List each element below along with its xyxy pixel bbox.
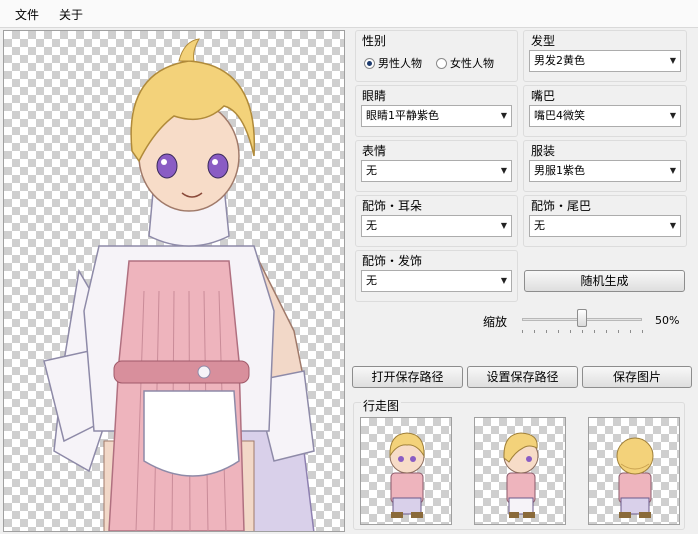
zoom-slider-thumb[interactable]: [577, 309, 587, 327]
open-save-path-button[interactable]: 打开保存路径: [352, 366, 463, 388]
zoom-value: 50%: [655, 314, 680, 327]
chevron-down-icon: ▼: [500, 221, 507, 230]
sprite-side-image: [503, 432, 539, 518]
gender-male-label: 男性人物: [378, 57, 422, 70]
gender-label: 性别: [362, 34, 387, 48]
chevron-down-icon: ▼: [500, 276, 507, 285]
zoom-tick: [522, 330, 523, 333]
acc-tail-select[interactable]: 无 ▼: [529, 215, 681, 237]
menu-about[interactable]: 关于: [59, 6, 83, 23]
gender-female-label: 女性人物: [450, 57, 494, 70]
acc-tail-label: 配饰・尾巴: [531, 199, 592, 213]
acc-hair-label: 配饰・发饰: [362, 254, 423, 268]
mouth-select[interactable]: 嘴巴4微笑 ▼: [529, 105, 681, 127]
menu-file[interactable]: 文件: [15, 6, 39, 23]
eyes-label: 眼睛: [362, 89, 387, 103]
zoom-tick: [618, 330, 619, 333]
zoom-tick: [582, 330, 583, 333]
chevron-down-icon: ▼: [500, 111, 507, 120]
save-image-button[interactable]: 保存图片: [582, 366, 692, 388]
expression-value: 无: [366, 164, 377, 177]
mouth-value: 嘴巴4微笑: [534, 109, 585, 122]
eyes-value: 眼睛1平静紫色: [366, 109, 439, 122]
eyes-select[interactable]: 眼睛1平静紫色 ▼: [361, 105, 512, 127]
clothing-value: 男服1紫色: [534, 164, 585, 177]
radio-unchecked-icon: [436, 58, 447, 69]
walk-label: 行走图: [361, 397, 402, 414]
zoom-tick: [570, 330, 571, 333]
zoom-tick: [546, 330, 547, 333]
mouth-label: 嘴巴: [531, 89, 556, 103]
acc-ears-select[interactable]: 无 ▼: [361, 215, 512, 237]
sprite-back-image: [616, 437, 654, 518]
clothing-select[interactable]: 男服1紫色 ▼: [529, 160, 681, 182]
character-illustration: [43, 38, 315, 531]
walk-thumb-side: [474, 417, 566, 525]
random-generate-button[interactable]: 随机生成: [524, 270, 685, 292]
gender-female-radio[interactable]: 女性人物: [436, 55, 494, 71]
sprite-front-image: [389, 432, 425, 518]
menu-bar: 文件 关于: [0, 0, 698, 28]
hair-label: 发型: [531, 34, 556, 48]
zoom-label: 缩放: [483, 315, 508, 329]
chevron-down-icon: ▼: [669, 166, 676, 175]
expression-select[interactable]: 无 ▼: [361, 160, 512, 182]
zoom-tick: [630, 330, 631, 333]
character-preview: [3, 30, 345, 532]
acc-ears-label: 配饰・耳朵: [362, 199, 423, 213]
acc-hair-select[interactable]: 无 ▼: [361, 270, 512, 292]
acc-ears-value: 无: [366, 219, 377, 232]
acc-tail-value: 无: [534, 219, 545, 232]
zoom-tick: [534, 330, 535, 333]
hair-select[interactable]: 男发2黄色 ▼: [529, 50, 681, 72]
zoom-tick: [606, 330, 607, 333]
gender-male-radio[interactable]: 男性人物: [364, 55, 422, 71]
chevron-down-icon: ▼: [669, 111, 676, 120]
zoom-tick: [558, 330, 559, 333]
zoom-tick: [642, 330, 643, 333]
clothing-label: 服装: [531, 144, 556, 158]
hair-value: 男发2黄色: [534, 54, 585, 67]
radio-checked-icon: [364, 58, 375, 69]
chevron-down-icon: ▼: [669, 56, 676, 65]
walk-thumb-front: [360, 417, 452, 525]
chevron-down-icon: ▼: [669, 221, 676, 230]
set-save-path-button[interactable]: 设置保存路径: [467, 366, 578, 388]
acc-hair-value: 无: [366, 274, 377, 287]
walk-thumb-back: [588, 417, 680, 525]
chevron-down-icon: ▼: [500, 166, 507, 175]
expression-label: 表情: [362, 144, 387, 158]
zoom-tick: [594, 330, 595, 333]
